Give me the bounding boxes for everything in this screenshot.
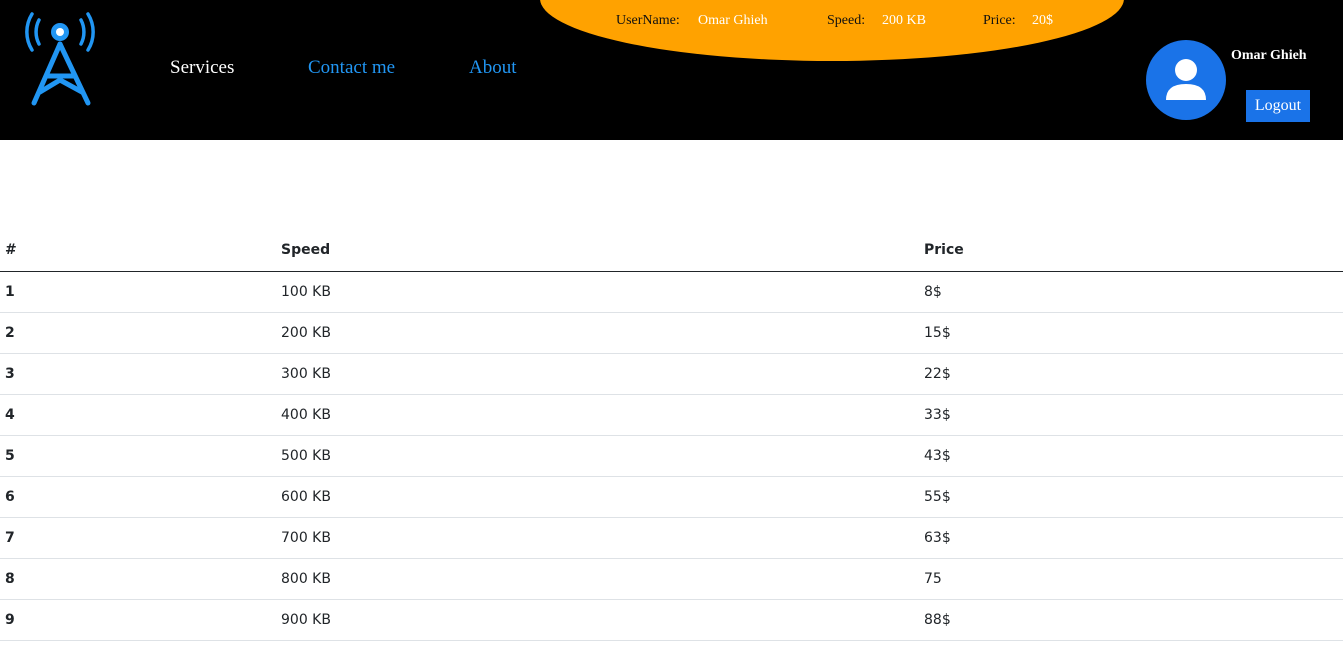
- nav-link-contact[interactable]: Contact me: [308, 56, 395, 80]
- logout-button[interactable]: Logout: [1246, 90, 1310, 122]
- radio-tower-icon[interactable]: [22, 10, 100, 108]
- row-index: 8: [0, 558, 276, 600]
- row-price: 8$: [919, 271, 1343, 313]
- row-index: 1: [0, 271, 276, 313]
- row-index: 6: [0, 476, 276, 518]
- row-speed: 400 KB: [276, 394, 919, 436]
- header-bar: Services Contact me About UserName: Omar…: [0, 0, 1343, 140]
- column-header-speed: Speed: [276, 230, 919, 272]
- column-header-index: #: [0, 230, 276, 272]
- row-index: 7: [0, 517, 276, 559]
- row-speed: 300 KB: [276, 353, 919, 395]
- table-header-row: # Speed Price: [0, 230, 1343, 272]
- row-index: 9: [0, 599, 276, 641]
- table-row: 3 300 KB 22$: [0, 353, 1343, 395]
- username-value: Omar Ghieh: [698, 13, 768, 28]
- table-row: 4 400 KB 33$: [0, 394, 1343, 436]
- row-price: 63$: [919, 517, 1343, 559]
- row-index: 3: [0, 353, 276, 395]
- speed-value: 200 KB: [882, 13, 926, 28]
- nav-link-about[interactable]: About: [469, 56, 517, 80]
- row-price: 15$: [919, 312, 1343, 354]
- table-row: 5 500 KB 43$: [0, 435, 1343, 477]
- row-index: 5: [0, 435, 276, 477]
- row-speed: 800 KB: [276, 558, 919, 600]
- table-row: 8 800 KB 75: [0, 558, 1343, 600]
- row-speed: 100 KB: [276, 271, 919, 313]
- row-index: 4: [0, 394, 276, 436]
- nav-link-services[interactable]: Services: [170, 56, 234, 80]
- price-value: 20$: [1032, 13, 1053, 28]
- table-row: 2 200 KB 15$: [0, 312, 1343, 354]
- row-speed: 900 KB: [276, 599, 919, 641]
- username-label: UserName:: [616, 13, 680, 28]
- table-row: 6 600 KB 55$: [0, 476, 1343, 518]
- user-avatar-icon[interactable]: [1146, 40, 1226, 120]
- column-header-price: Price: [919, 230, 1343, 272]
- speed-label: Speed:: [827, 13, 866, 28]
- subscription-info-panel: [540, 0, 1124, 61]
- row-price: 33$: [919, 394, 1343, 436]
- profile-name: Omar Ghieh: [1231, 48, 1307, 63]
- row-price: 88$: [919, 599, 1343, 641]
- row-speed: 700 KB: [276, 517, 919, 559]
- table-row: 9 900 KB 88$: [0, 599, 1343, 641]
- row-speed: 600 KB: [276, 476, 919, 518]
- price-label: Price:: [983, 13, 1016, 28]
- row-speed: 500 KB: [276, 435, 919, 477]
- speed-price-table: # Speed Price 1 100 KB 8$ 2 200 KB 15$ 3…: [0, 230, 1343, 641]
- row-price: 75: [919, 558, 1343, 600]
- row-price: 55$: [919, 476, 1343, 518]
- row-price: 22$: [919, 353, 1343, 395]
- row-speed: 200 KB: [276, 312, 919, 354]
- row-index: 2: [0, 312, 276, 354]
- table-row: 1 100 KB 8$: [0, 271, 1343, 313]
- row-price: 43$: [919, 435, 1343, 477]
- table-row: 7 700 KB 63$: [0, 517, 1343, 559]
